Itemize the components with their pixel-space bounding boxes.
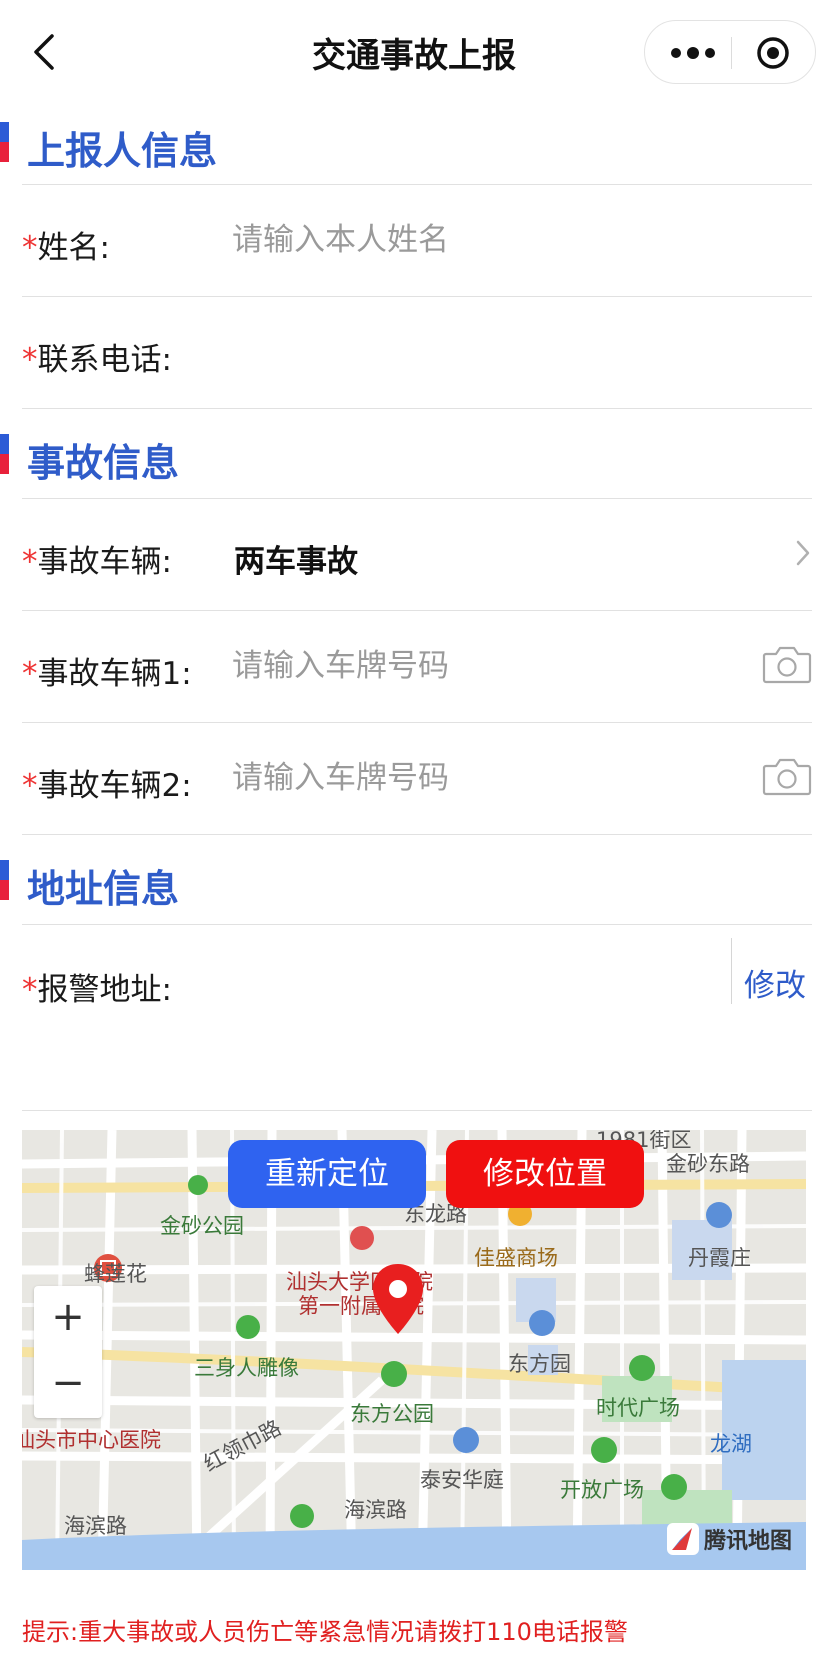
map-label: 东方园 bbox=[508, 1352, 571, 1376]
map-label: 时代广场 bbox=[596, 1396, 680, 1420]
section-reporter-header: 上报人信息 bbox=[0, 98, 828, 188]
vehicle1-plate-input[interactable] bbox=[232, 640, 752, 692]
zoom-in-button[interactable]: + bbox=[34, 1286, 102, 1352]
vehicle1-label: *事故车辆1: bbox=[22, 656, 192, 692]
map-label: 佳盛商场 bbox=[474, 1246, 558, 1270]
map-label: 金砂公园 bbox=[160, 1214, 244, 1238]
section-accent-bar bbox=[0, 434, 9, 474]
map-view[interactable]: 1981街区 金砂东路 东龙路 金砂公园 佳盛商场 丹霞庄 蜂莲花 汕头大学医学… bbox=[22, 1130, 806, 1570]
divider bbox=[22, 1110, 812, 1111]
vehicle2-plate-input[interactable] bbox=[232, 752, 752, 804]
location-pin-icon[interactable] bbox=[370, 1262, 426, 1338]
zoom-out-button[interactable]: − bbox=[34, 1352, 102, 1418]
divider bbox=[22, 296, 812, 297]
emergency-tip: 提示:重大事故或人员伤亡等紧急情况请拨打110电话报警 bbox=[22, 1618, 628, 1646]
chevron-right-icon bbox=[796, 540, 810, 566]
map-label: 金砂东路 bbox=[666, 1152, 750, 1176]
section-title: 事故信息 bbox=[27, 441, 180, 485]
navigation-bar: 交通事故上报 bbox=[0, 0, 828, 104]
zoom-control: + − bbox=[34, 1286, 102, 1418]
map-label: 开放广场 bbox=[560, 1478, 644, 1502]
phone-label: *联系电话: bbox=[22, 342, 172, 378]
divider bbox=[22, 610, 812, 611]
relocate-button[interactable]: 重新定位 bbox=[228, 1140, 426, 1208]
divider bbox=[22, 408, 812, 409]
capsule-divider bbox=[731, 37, 732, 69]
map-label: 三身人雕像 bbox=[194, 1356, 299, 1380]
map-label: 汕头市中心医院 bbox=[22, 1428, 161, 1452]
address-row: *报警地址: 修改 bbox=[22, 928, 812, 1108]
name-input[interactable] bbox=[232, 214, 752, 266]
address-divider bbox=[731, 938, 732, 1004]
divider bbox=[22, 834, 812, 835]
vehicle-type-row[interactable]: *事故车辆: 两车事故 bbox=[22, 500, 812, 610]
section-address-header: 地址信息 bbox=[0, 836, 828, 926]
section-accent-bar bbox=[0, 122, 9, 162]
attribution-text: 腾讯地图 bbox=[703, 1529, 792, 1554]
map-label: 蜂莲花 bbox=[84, 1262, 147, 1286]
vehicle-type-label: *事故车辆: bbox=[22, 544, 172, 580]
camera-icon[interactable] bbox=[762, 642, 812, 686]
section-title: 地址信息 bbox=[27, 867, 180, 911]
vehicle1-row: *事故车辆1: bbox=[22, 612, 812, 722]
section-accent-bar bbox=[0, 860, 9, 900]
vehicle-type-value: 两车事故 bbox=[234, 544, 358, 580]
divider bbox=[22, 722, 812, 723]
modify-address-button[interactable]: 修改 bbox=[744, 960, 806, 1005]
map-label: 海滨路 bbox=[64, 1514, 127, 1538]
map-label: 泰安华庭 bbox=[420, 1468, 504, 1492]
camera-icon[interactable] bbox=[762, 754, 812, 798]
target-circle-icon[interactable] bbox=[755, 35, 791, 71]
map-label: 丹霞庄 bbox=[688, 1246, 751, 1270]
divider bbox=[22, 924, 812, 925]
more-button[interactable] bbox=[667, 33, 719, 73]
divider bbox=[22, 498, 812, 499]
vehicle2-label: *事故车辆2: bbox=[22, 768, 192, 804]
map-label: 海滨路 bbox=[344, 1498, 407, 1522]
phone-row: *联系电话: bbox=[22, 298, 812, 408]
vehicle2-row: *事故车辆2: bbox=[22, 724, 812, 834]
name-label: *姓名: bbox=[22, 230, 110, 266]
mini-program-capsule bbox=[644, 20, 816, 84]
tencent-map-logo-icon bbox=[666, 1523, 699, 1555]
more-dots-icon bbox=[671, 48, 681, 58]
address-input[interactable] bbox=[232, 948, 732, 1068]
phone-input[interactable] bbox=[232, 326, 752, 378]
section-accident-header: 事故信息 bbox=[0, 410, 828, 500]
map-attribution: 腾讯地图 bbox=[666, 1520, 792, 1558]
name-row: *姓名: bbox=[22, 186, 812, 296]
modify-position-button[interactable]: 修改位置 bbox=[446, 1140, 644, 1208]
divider bbox=[22, 184, 812, 185]
address-label: *报警地址: bbox=[22, 972, 172, 1008]
map-label: 东方公园 bbox=[350, 1402, 434, 1426]
map-label: 龙湖 bbox=[710, 1432, 752, 1456]
section-title: 上报人信息 bbox=[27, 129, 218, 173]
